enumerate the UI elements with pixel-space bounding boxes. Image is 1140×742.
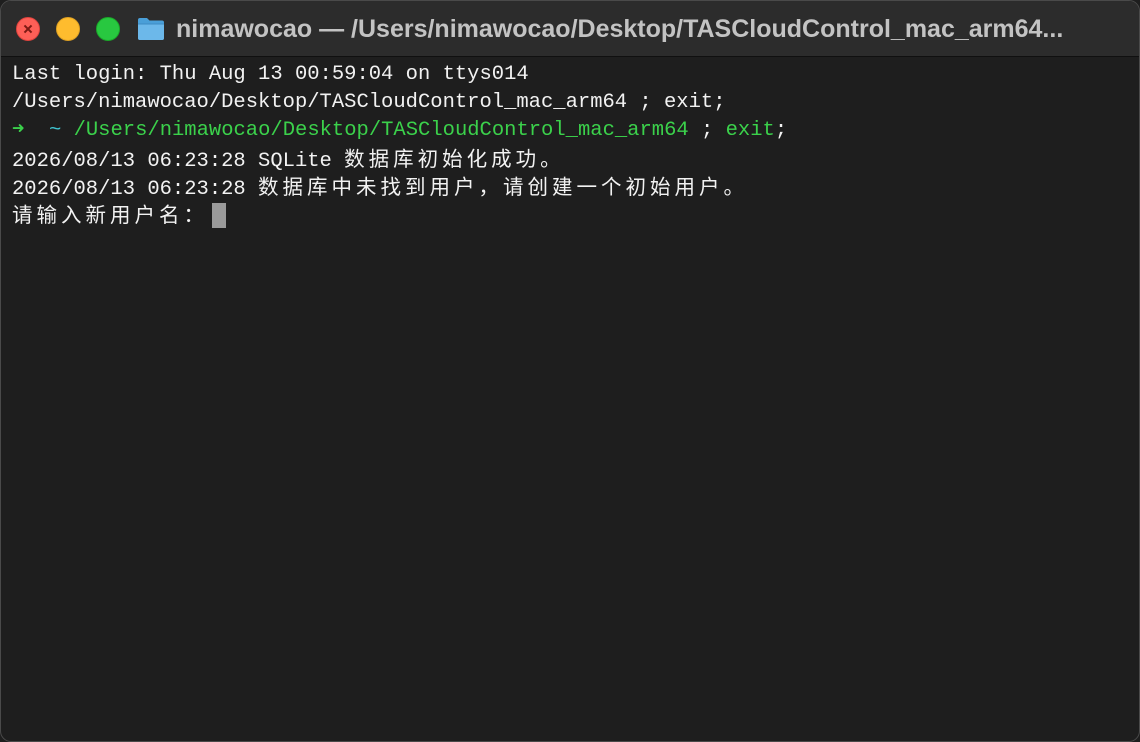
no-user-timestamp: 2026/08/13 06:23:28	[12, 178, 259, 201]
prompt-line: ➜ ~ /Users/nimawocao/Desktop/TASCloudCon…	[12, 117, 1132, 145]
last-login-line: Last login: Thu Aug 13 00:59:04 on ttys0…	[12, 63, 529, 86]
text-cursor[interactable]	[212, 203, 226, 228]
username-input-line[interactable]: 请输入新用户名：	[12, 201, 1132, 229]
prompt-arrow-icon: ➜	[12, 119, 25, 142]
terminal-window: nimawocao — /Users/nimawocao/Desktop/TAS…	[0, 0, 1140, 742]
minimize-icon[interactable]	[56, 17, 80, 41]
db-init-message: 数据库初始化成功。	[344, 147, 565, 171]
prompt-tilde: ~	[48, 119, 62, 142]
prompt-separator: ;	[688, 119, 726, 142]
username-prompt: 请输入新用户名：	[12, 203, 208, 227]
db-init-timestamp: 2026/08/13 06:23:28 SQLite	[12, 150, 345, 173]
command-line: /Users/nimawocao/Desktop/TASCloudControl…	[12, 91, 726, 114]
prompt-exit: exit	[725, 119, 775, 142]
folder-icon	[138, 18, 164, 40]
zoom-icon[interactable]	[96, 17, 120, 41]
terminal-output[interactable]: Last login: Thu Aug 13 00:59:04 on ttys0…	[12, 61, 1132, 731]
title-bar[interactable]: nimawocao — /Users/nimawocao/Desktop/TAS…	[1, 1, 1139, 57]
no-user-message: 数据库中未找到用户，请创建一个初始用户。	[258, 175, 749, 199]
db-init-line: 2026/08/13 06:23:28 SQLite 数据库初始化成功。	[12, 145, 1132, 173]
prompt-end: ;	[774, 119, 788, 142]
close-x-glyph	[24, 25, 32, 33]
no-user-line: 2026/08/13 06:23:28 数据库中未找到用户，请创建一个初始用户。	[12, 173, 1132, 201]
window-title: nimawocao — /Users/nimawocao/Desktop/TAS…	[176, 15, 1064, 43]
close-icon[interactable]	[16, 17, 40, 41]
prompt-path: /Users/nimawocao/Desktop/TASCloudControl…	[73, 119, 689, 142]
